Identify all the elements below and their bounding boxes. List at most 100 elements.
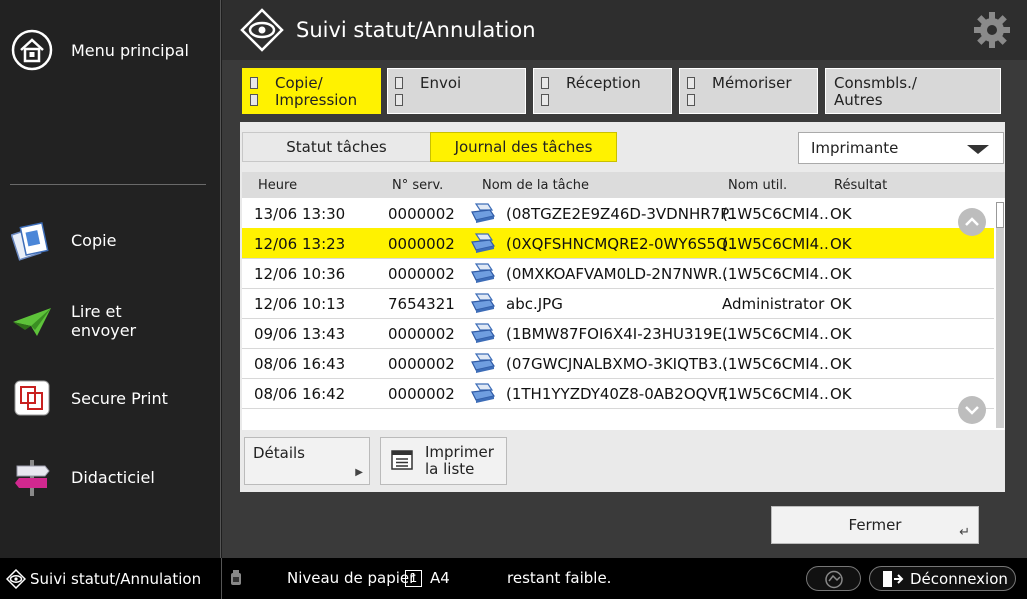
title-bar: Suivi statut/Annulation <box>222 0 1027 60</box>
column-header-serv: N° serv. <box>392 178 444 193</box>
gear-icon[interactable] <box>973 11 1011 49</box>
close-button[interactable]: Fermer ↵ <box>771 506 979 544</box>
tab-label: Consmbls./ Autres <box>834 74 917 109</box>
scan-send-icon <box>11 300 53 342</box>
cell-user: (1W5C6CMI4.. <box>722 385 829 403</box>
cell-job-name: (07GWCJNALBXMO-3KIQTB3.. <box>506 355 728 373</box>
category-tabs: Copie/ Impression Envoi Réception Mémori… <box>222 60 1027 120</box>
column-header-user: Nom util. <box>728 178 788 193</box>
cell-job-name: (0XQFSHNCMQRE2-0WY6S5Q.. <box>506 235 738 253</box>
column-header-time: Heure <box>258 178 298 193</box>
tab-label: Mémoriser <box>712 74 792 92</box>
close-label: Fermer <box>848 516 902 534</box>
cell-job-name: (1TH1YYZDY40Z8-0AB2OQVF.. <box>506 385 734 403</box>
cell-result: OK <box>830 205 852 223</box>
cell-time: 09/06 13:43 <box>254 325 346 343</box>
status-monitor-shortcut[interactable]: Suivi statut/Annulation <box>6 569 201 589</box>
cell-result: OK <box>830 325 852 343</box>
cell-serv: 0000002 <box>388 205 455 223</box>
indicator-light <box>250 94 258 106</box>
tab-envoi[interactable]: Envoi <box>387 68 526 114</box>
table-row[interactable]: 12/06 10:36 0000002 (0MXKOAFVAM0LD-2N7NWR.… <box>242 258 994 289</box>
sidebar-item-label: Secure Print <box>71 388 168 408</box>
table-row[interactable]: 08/06 16:43 0000002 (07GWCJNALBXMO-3KIQTB3… <box>242 348 994 379</box>
scroll-up-button[interactable] <box>958 208 986 236</box>
print-job-icon <box>470 382 496 404</box>
print-job-icon <box>470 262 496 284</box>
device-screen: Menu principal Copie Lire et envoyer Sec… <box>0 0 1027 599</box>
sidebar-item-label: Copie <box>71 230 117 250</box>
indicator-light <box>250 77 258 89</box>
details-label: Détails <box>253 444 306 462</box>
sidebar-item-label: Lire et envoyer <box>71 302 137 340</box>
table-row[interactable]: 12/06 10:13 7654321 abc.JPG Administrator OK <box>242 288 994 319</box>
cell-serv: 0000002 <box>388 325 455 343</box>
cell-serv: 0000002 <box>388 235 455 253</box>
print-job-icon <box>470 352 496 374</box>
job-log-table: Heure N° serv. Nom de la tâche Nom util.… <box>242 172 1005 430</box>
cell-serv: 0000002 <box>388 385 455 403</box>
print-job-icon <box>470 292 496 314</box>
sidebar-divider <box>10 184 206 185</box>
print-job-icon <box>470 322 496 344</box>
cell-result: OK <box>830 265 852 283</box>
cell-serv: 7654321 <box>388 295 455 313</box>
table-row[interactable]: 12/06 13:23 0000002 (0XQFSHNCMQRE2-0WY6S5Q… <box>242 228 994 259</box>
tab-consommables-autres[interactable]: Consmbls./ Autres <box>825 68 1001 114</box>
cell-result: OK <box>830 235 852 253</box>
copy-icon <box>11 219 53 261</box>
cell-user: (1W5C6CMI4.. <box>722 265 829 283</box>
device-type-select[interactable]: Imprimante <box>798 132 1004 164</box>
cell-time: 12/06 10:36 <box>254 265 346 283</box>
cell-serv: 0000002 <box>388 355 455 373</box>
tab-label: Copie/ Impression <box>275 74 358 109</box>
device-status-button[interactable] <box>806 566 861 591</box>
table-row[interactable]: 09/06 13:43 0000002 (1BMW87FOI6X4I-23HU319… <box>242 318 994 349</box>
tab-memoriser[interactable]: Mémoriser <box>679 68 818 114</box>
main-menu-button[interactable]: Menu principal <box>0 28 220 72</box>
print-list-button[interactable]: Imprimer la liste <box>380 437 507 485</box>
table-row[interactable]: 08/06 16:42 0000002 (1TH1YYZDY40Z8-0AB2OQV… <box>242 378 994 409</box>
cell-result: OK <box>830 295 852 313</box>
tab-journal-taches[interactable]: Journal des tâches <box>430 132 617 162</box>
cell-user: Administrator <box>722 295 825 313</box>
indicator-light <box>687 94 695 106</box>
cell-time: 08/06 16:43 <box>254 355 346 373</box>
scroll-down-button[interactable] <box>958 396 986 424</box>
sidebar: Menu principal Copie Lire et envoyer Sec… <box>0 0 221 558</box>
tab-reception[interactable]: Réception <box>533 68 672 114</box>
scrollbar-thumb[interactable] <box>996 202 1004 228</box>
device-type-value: Imprimante <box>811 139 899 157</box>
chevron-down-icon <box>967 145 989 154</box>
tab-label: Réception <box>566 74 641 92</box>
table-row[interactable]: 13/06 13:30 0000002 (08TGZE2E9Z46D-3VDNHR7… <box>242 198 994 229</box>
cell-result: OK <box>830 355 852 373</box>
tab-label: Envoi <box>420 74 462 92</box>
sidebar-item-secure-print[interactable]: Secure Print <box>0 376 220 420</box>
details-button[interactable]: Détails ▶ <box>244 437 370 485</box>
enter-icon: ↵ <box>959 525 970 540</box>
status-monitor-icon <box>6 569 26 589</box>
tab-statut-taches[interactable]: Statut tâches <box>242 132 431 162</box>
cell-result: OK <box>830 385 852 403</box>
logout-button[interactable]: Déconnexion <box>869 566 1016 591</box>
chevron-down-icon <box>965 406 979 415</box>
scrollbar-track[interactable] <box>996 202 1004 428</box>
sidebar-item-copie[interactable]: Copie <box>0 218 220 262</box>
sidebar-item-didacticiel[interactable]: Didacticiel <box>0 455 220 499</box>
cell-serv: 0000002 <box>388 265 455 283</box>
paper-level-label: Niveau de papier <box>287 569 416 587</box>
cell-time: 13/06 13:30 <box>254 205 346 223</box>
sidebar-item-scan-send[interactable]: Lire et envoyer <box>0 298 220 344</box>
status-message: restant faible. <box>507 569 612 587</box>
print-job-icon <box>470 232 496 254</box>
cell-user: (1W5C6CMI4.. <box>722 325 829 343</box>
cell-job-name: (0MXKOAFVAM0LD-2N7NWR.. <box>506 265 728 283</box>
print-job-icon <box>470 202 496 224</box>
cell-job-name: (1BMW87FOI6X4I-23HU319E.. <box>506 325 732 343</box>
job-log-panel: Statut tâches Journal des tâches Imprima… <box>240 122 1005 492</box>
toner-icon <box>230 570 242 586</box>
tab-copie-impression[interactable]: Copie/ Impression <box>242 68 381 114</box>
status-bar: Suivi statut/Annulation Niveau de papier… <box>0 558 1027 599</box>
cell-time: 08/06 16:42 <box>254 385 346 403</box>
